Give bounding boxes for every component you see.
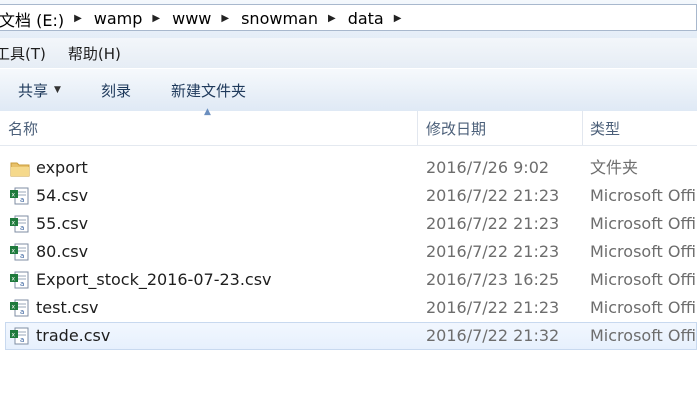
- file-row-selected[interactable]: a x trade.csv 2016/7/22 21:32 Microsoft …: [5, 322, 697, 350]
- file-row[interactable]: a x test.csv 2016/7/22 21:23 Microsoft O…: [0, 294, 697, 322]
- file-type: Microsoft Offi: [590, 214, 696, 233]
- file-date: 2016/7/23 16:25: [426, 270, 560, 289]
- csv-file-icon: a x: [10, 299, 30, 317]
- breadcrumb-item[interactable]: www: [172, 9, 217, 28]
- breadcrumb-chevron-icon[interactable]: ▶: [74, 13, 82, 24]
- file-name: trade.csv: [36, 326, 111, 345]
- breadcrumb-item[interactable]: data: [348, 9, 390, 28]
- address-bar: 文档 (E:) ▶ wamp ▶ www ▶ snowman ▶ data ▶: [0, 0, 697, 39]
- file-row[interactable]: a x 80.csv 2016/7/22 21:23 Microsoft Off…: [0, 238, 697, 266]
- new-folder-label: 新建文件夹: [170, 81, 246, 100]
- file-date: 2016/7/22 21:23: [426, 186, 560, 205]
- file-name: Export_stock_2016-07-23.csv: [36, 270, 272, 289]
- menu-tools[interactable]: 工具(T): [0, 43, 46, 64]
- file-date: 2016/7/22 21:23: [426, 298, 560, 317]
- svg-text:a: a: [20, 308, 24, 316]
- column-header-date[interactable]: 修改日期: [426, 111, 486, 145]
- breadcrumb: 文档 (E:) ▶ wamp ▶ www ▶ snowman ▶ data ▶: [0, 5, 413, 32]
- file-date: 2016/7/26 9:02: [426, 158, 550, 177]
- file-date: 2016/7/22 21:23: [426, 242, 560, 261]
- svg-text:x: x: [12, 304, 16, 311]
- svg-text:a: a: [20, 280, 24, 288]
- breadcrumb-item[interactable]: 文档 (E:): [0, 7, 70, 31]
- svg-text:x: x: [12, 332, 16, 339]
- file-name: test.csv: [36, 298, 99, 317]
- csv-file-icon: a x: [10, 271, 30, 289]
- command-toolbar: 共享 ▼ 刻录 新建文件夹: [0, 68, 697, 112]
- file-name: 55.csv: [36, 214, 89, 233]
- file-date: 2016/7/22 21:23: [426, 214, 560, 233]
- file-name: 54.csv: [36, 186, 89, 205]
- file-row[interactable]: export 2016/7/26 9:02 文件夹: [0, 154, 697, 182]
- folder-icon: [10, 159, 30, 177]
- breadcrumb-item[interactable]: wamp: [94, 9, 149, 28]
- svg-text:a: a: [20, 336, 24, 344]
- file-type: Microsoft Offi: [590, 186, 696, 205]
- share-button[interactable]: 共享 ▼: [8, 75, 71, 105]
- file-name: export: [36, 158, 88, 177]
- svg-text:x: x: [12, 220, 16, 227]
- csv-file-icon: a x: [10, 187, 30, 205]
- csv-file-icon: a x: [10, 327, 30, 345]
- menu-help[interactable]: 帮助(H): [68, 43, 121, 64]
- new-folder-button[interactable]: 新建文件夹: [161, 75, 256, 105]
- column-divider[interactable]: [582, 111, 583, 145]
- file-list: export 2016/7/26 9:02 文件夹 a x 54.csv 201…: [0, 154, 697, 350]
- sort-ascending-icon: ▲: [204, 107, 211, 117]
- column-header-name[interactable]: 名称: [8, 111, 38, 145]
- svg-text:a: a: [20, 224, 24, 232]
- svg-text:a: a: [20, 252, 24, 260]
- file-row[interactable]: a x Export_stock_2016-07-23.csv 2016/7/2…: [0, 266, 697, 294]
- column-divider[interactable]: [417, 111, 418, 145]
- csv-file-icon: a x: [10, 215, 30, 233]
- file-type: Microsoft Offi: [590, 270, 696, 289]
- csv-file-icon: a x: [10, 243, 30, 261]
- column-header: ▲ 名称 修改日期 类型: [0, 107, 697, 146]
- breadcrumb-chevron-icon[interactable]: ▶: [394, 13, 402, 24]
- dropdown-arrow-icon: ▼: [54, 85, 61, 95]
- file-type: 文件夹: [590, 158, 639, 177]
- breadcrumb-chevron-icon[interactable]: ▶: [152, 13, 160, 24]
- burn-button[interactable]: 刻录: [91, 75, 141, 105]
- svg-text:x: x: [12, 192, 16, 199]
- burn-label: 刻录: [100, 81, 131, 100]
- file-date: 2016/7/22 21:32: [426, 326, 560, 345]
- file-type: Microsoft Offi: [590, 242, 696, 261]
- svg-text:a: a: [20, 196, 24, 204]
- svg-text:x: x: [12, 248, 16, 255]
- file-type: Microsoft Offi: [590, 326, 696, 345]
- address-box[interactable]: 文档 (E:) ▶ wamp ▶ www ▶ snowman ▶ data ▶: [0, 4, 697, 31]
- breadcrumb-chevron-icon[interactable]: ▶: [328, 13, 336, 24]
- svg-text:x: x: [12, 276, 16, 283]
- file-name: 80.csv: [36, 242, 89, 261]
- file-type: Microsoft Offi: [590, 298, 696, 317]
- file-row[interactable]: a x 55.csv 2016/7/22 21:23 Microsoft Off…: [0, 210, 697, 238]
- breadcrumb-item[interactable]: snowman: [241, 9, 324, 28]
- breadcrumb-chevron-icon[interactable]: ▶: [221, 13, 229, 24]
- share-label: 共享: [18, 81, 49, 100]
- file-row[interactable]: a x 54.csv 2016/7/22 21:23 Microsoft Off…: [0, 182, 697, 210]
- menu-bar: 工具(T) 帮助(H): [0, 38, 697, 68]
- column-header-type[interactable]: 类型: [590, 111, 620, 145]
